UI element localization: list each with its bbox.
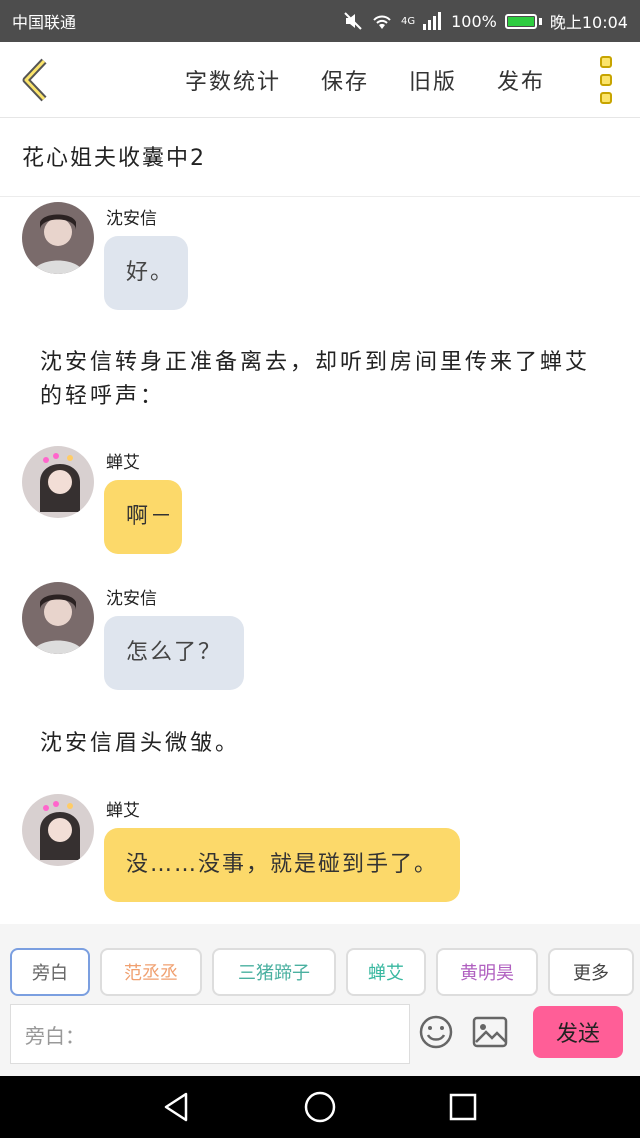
speaker-name: 蝉艾 bbox=[106, 801, 140, 821]
status-icons: 4G 100% 晚上10:04 bbox=[343, 9, 628, 33]
input-placeholder: 旁白： bbox=[25, 1023, 85, 1048]
recents-square-icon[interactable] bbox=[446, 1090, 480, 1124]
back-button[interactable] bbox=[0, 42, 70, 118]
role-chip-more[interactable]: 更多 bbox=[548, 948, 634, 996]
publish-button[interactable]: 发布 bbox=[497, 64, 545, 96]
wifi-icon bbox=[373, 15, 391, 29]
role-chip-huangminghao[interactable]: 黄明昊 bbox=[436, 948, 538, 996]
more-dot-icon bbox=[600, 74, 612, 86]
old-version-button[interactable]: 旧版 bbox=[409, 64, 457, 96]
message-bubble[interactable]: 怎么了？ bbox=[104, 616, 244, 690]
signal-icon bbox=[423, 12, 442, 30]
speaker-name: 沈安信 bbox=[106, 209, 157, 229]
battery-tip bbox=[538, 17, 542, 25]
role-chip-label: 更多 bbox=[573, 963, 609, 984]
more-dot-icon bbox=[600, 92, 612, 104]
editor-toolbar: 字数统计 保存 旧版 发布 bbox=[0, 42, 640, 118]
speaker-name: 沈安信 bbox=[106, 589, 157, 609]
status-bar: 中国联通 4G 100% 晚上10:04 bbox=[0, 0, 640, 42]
avatar[interactable] bbox=[22, 582, 94, 654]
system-nav-bar bbox=[0, 1076, 640, 1138]
role-chip-label: 三猪蹄子 bbox=[238, 963, 310, 984]
carrier-label: 中国联通 bbox=[12, 13, 77, 32]
speaker-name: 蝉艾 bbox=[106, 453, 140, 473]
more-menu-button[interactable] bbox=[600, 56, 614, 104]
avatar[interactable] bbox=[22, 446, 94, 518]
role-chip-fanchengcheng[interactable]: 范丞丞 bbox=[100, 948, 202, 996]
avatar[interactable] bbox=[22, 794, 94, 866]
emoji-button[interactable] bbox=[416, 1012, 456, 1052]
role-chip-sanzhutizi[interactable]: 三猪蹄子 bbox=[212, 948, 336, 996]
message-bubble[interactable]: 没……没事，就是碰到手了。 bbox=[104, 828, 460, 902]
clock: 晚上10:04 bbox=[549, 13, 628, 32]
message-bubble[interactable]: 啊－ bbox=[104, 480, 182, 554]
narration-text[interactable]: 沈安信眉头微皱。 bbox=[40, 727, 240, 761]
role-chip-narrator[interactable]: 旁白 bbox=[10, 948, 90, 996]
chevron-left-icon bbox=[22, 58, 47, 101]
battery-percent: 100% bbox=[451, 11, 497, 31]
back-triangle-icon[interactable] bbox=[160, 1090, 194, 1124]
emoji-icon bbox=[419, 1015, 453, 1049]
send-button[interactable]: 发送 bbox=[533, 1006, 623, 1058]
role-chip-label: 范丞丞 bbox=[124, 963, 178, 984]
image-button[interactable] bbox=[470, 1012, 510, 1052]
avatar[interactable] bbox=[22, 202, 94, 274]
word-count-button[interactable]: 字数统计 bbox=[185, 64, 281, 96]
home-circle-icon[interactable] bbox=[303, 1090, 337, 1124]
network-label: 4G bbox=[401, 15, 416, 27]
composer-panel: 旁白 范丞丞 三猪蹄子 蝉艾 黄明昊 更多 旁白： 发送 bbox=[0, 924, 640, 1076]
image-icon bbox=[472, 1016, 508, 1048]
story-title[interactable]: 花心姐夫收囊中2 bbox=[22, 140, 206, 172]
role-chip-chanai[interactable]: 蝉艾 bbox=[346, 948, 426, 996]
role-chip-label: 蝉艾 bbox=[368, 963, 404, 984]
role-chip-label: 旁白 bbox=[32, 963, 68, 984]
narration-text[interactable]: 沈安信转身正准备离去，却听到房间里传来了蝉艾的轻呼声： bbox=[40, 346, 610, 414]
message-input[interactable]: 旁白： bbox=[10, 1004, 410, 1064]
role-chip-row: 旁白 范丞丞 三猪蹄子 蝉艾 黄明昊 更多 bbox=[10, 948, 634, 996]
mute-icon bbox=[344, 12, 362, 30]
toolbar-actions: 字数统计 保存 旧版 发布 bbox=[185, 42, 545, 118]
more-dot-icon bbox=[600, 56, 612, 68]
save-button[interactable]: 保存 bbox=[321, 64, 369, 96]
battery-icon bbox=[504, 13, 537, 29]
divider bbox=[0, 196, 640, 197]
role-chip-label: 黄明昊 bbox=[460, 963, 514, 984]
message-bubble[interactable]: 好。 bbox=[104, 236, 188, 310]
